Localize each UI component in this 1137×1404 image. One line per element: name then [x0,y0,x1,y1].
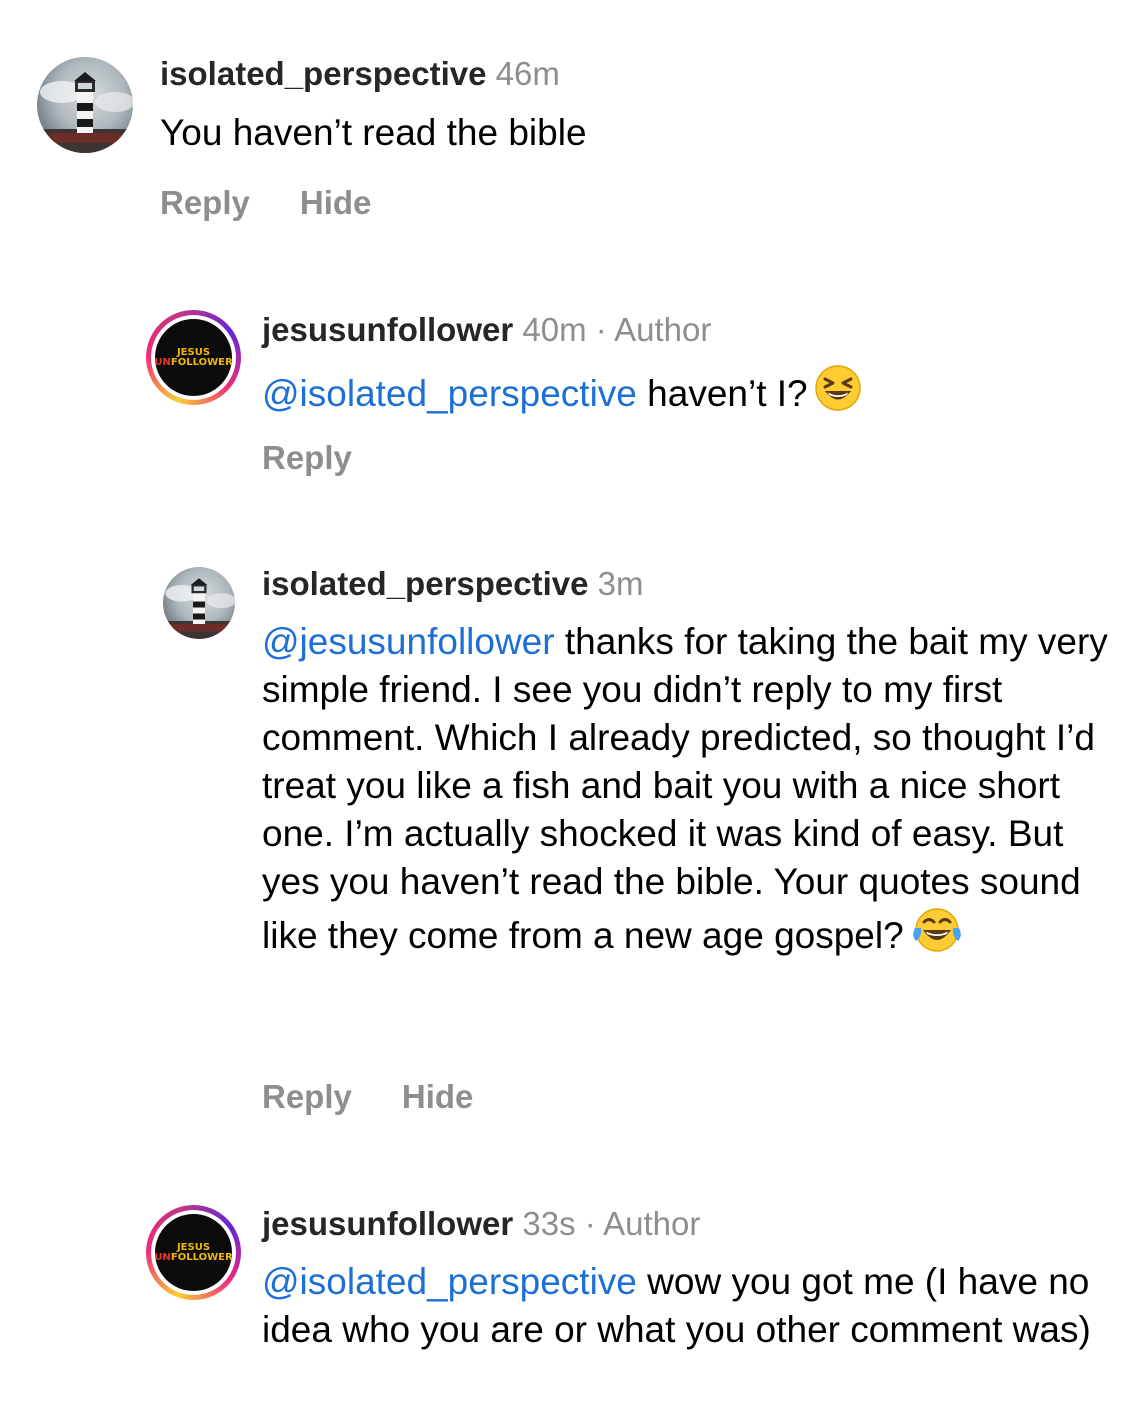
mention-link[interactable]: @jesusunfollower [262,621,555,662]
comment-text: You haven’t read the bible [160,109,1120,157]
comment-timestamp: 3m [597,565,644,602]
user-avatar[interactable] [163,567,235,639]
hide-button[interactable]: Hide [402,1077,474,1117]
face-with-tears-of-joy-icon [910,906,964,966]
comment-body: You haven’t read the bible [160,112,587,153]
author-avatar[interactable]: JESUS UNFOLLOWER [146,1205,241,1300]
reply-button[interactable]: Reply [262,438,352,478]
reply-button[interactable]: Reply [160,183,250,223]
lighthouse-icon [163,578,235,639]
comment-timestamp: 46m [495,55,560,92]
logo-rest-text: FOLLOWER [170,356,233,368]
comment-text: @isolated_perspective wow you got me (I … [262,1258,1122,1354]
comment-username[interactable]: isolated_perspective [262,565,589,602]
comment-text: @jesusunfollower thanks for taking the b… [262,618,1122,966]
author-avatar[interactable]: JESUS UNFOLLOWER [146,310,241,405]
meta-separator: · [584,1205,596,1242]
logo-rest-text: FOLLOWER [170,1251,233,1263]
grinning-squinting-face-icon [814,364,862,424]
logo-un-text: UN [154,356,171,368]
comment-username[interactable]: isolated_perspective [160,55,487,92]
hide-button[interactable]: Hide [300,183,372,223]
lighthouse-icon [37,72,133,153]
meta-separator: · [595,311,607,348]
logo-un-text: UN [154,1251,171,1263]
user-avatar[interactable] [37,57,133,153]
author-badge: Author [614,311,712,348]
mention-link[interactable]: @isolated_perspective [262,1261,637,1302]
mention-link[interactable]: @isolated_perspective [262,373,637,414]
jesus-unfollower-logo: JESUS UNFOLLOWER [154,319,233,396]
comment-username[interactable]: jesusunfollower [262,1205,513,1242]
comment-timestamp: 40m [522,311,587,348]
comment-body: thanks for taking the bait my very simpl… [262,621,1108,956]
comment-timestamp: 33s [522,1205,576,1242]
comment-username[interactable]: jesusunfollower [262,311,513,348]
comment-text: @isolated_perspective haven’t I? [262,364,1122,424]
jesus-unfollower-logo: JESUS UNFOLLOWER [154,1214,233,1291]
reply-button[interactable]: Reply [262,1077,352,1117]
comment-body: haven’t I? [636,373,808,414]
author-badge: Author [603,1205,701,1242]
